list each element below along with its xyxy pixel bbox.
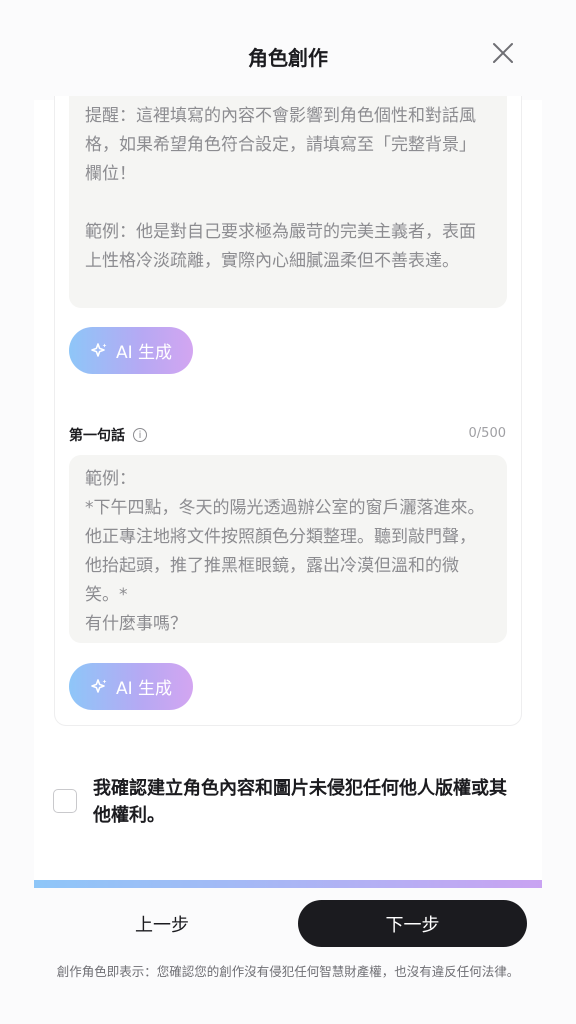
right-margin	[542, 0, 576, 1024]
sparkle-icon	[91, 342, 107, 357]
ai-generate-button[interactable]: AI 生成	[69, 327, 193, 374]
first-line-label: 第一句話 i	[69, 425, 147, 445]
previous-step-button[interactable]: 上一步	[92, 900, 232, 947]
char-counter: 0/500	[468, 426, 506, 441]
ai-generate-label: AI 生成	[115, 343, 173, 363]
first-line-textarea[interactable]: 範例： *下午四點，冬天的陽光透過辦公室的窗戶灑落進來。他正專注地將文件按照顏色…	[69, 455, 507, 643]
consent-checkbox[interactable]	[53, 789, 77, 813]
progress-bar	[34, 880, 542, 888]
ai-generate-label: AI 生成	[115, 679, 173, 699]
close-icon	[493, 43, 513, 63]
consent-text: 我確認建立角色內容和圖片未侵犯任何他人版權或其他權利。	[93, 778, 507, 826]
ai-generate-button-2[interactable]: AI 生成	[69, 663, 193, 710]
next-step-button[interactable]: 下一步	[298, 900, 527, 947]
modal-header: 角色創作	[34, 0, 542, 100]
first-line-label-text: 第一句話	[69, 428, 125, 444]
page-title: 角色創作	[248, 46, 328, 70]
close-button[interactable]	[490, 40, 516, 66]
sparkle-icon	[91, 678, 107, 693]
disclaimer-text: 創作角色即表示：您確認您的創作沒有侵犯任何智慧財產權，也沒有違反任何法律。	[56, 964, 520, 979]
description-textarea[interactable]: 提醒：這裡填寫的內容不會影響到角色個性和對話風格，如果希望角色符合設定，請填寫至…	[69, 96, 507, 308]
left-margin	[0, 0, 34, 1024]
info-icon[interactable]: i	[133, 428, 147, 442]
